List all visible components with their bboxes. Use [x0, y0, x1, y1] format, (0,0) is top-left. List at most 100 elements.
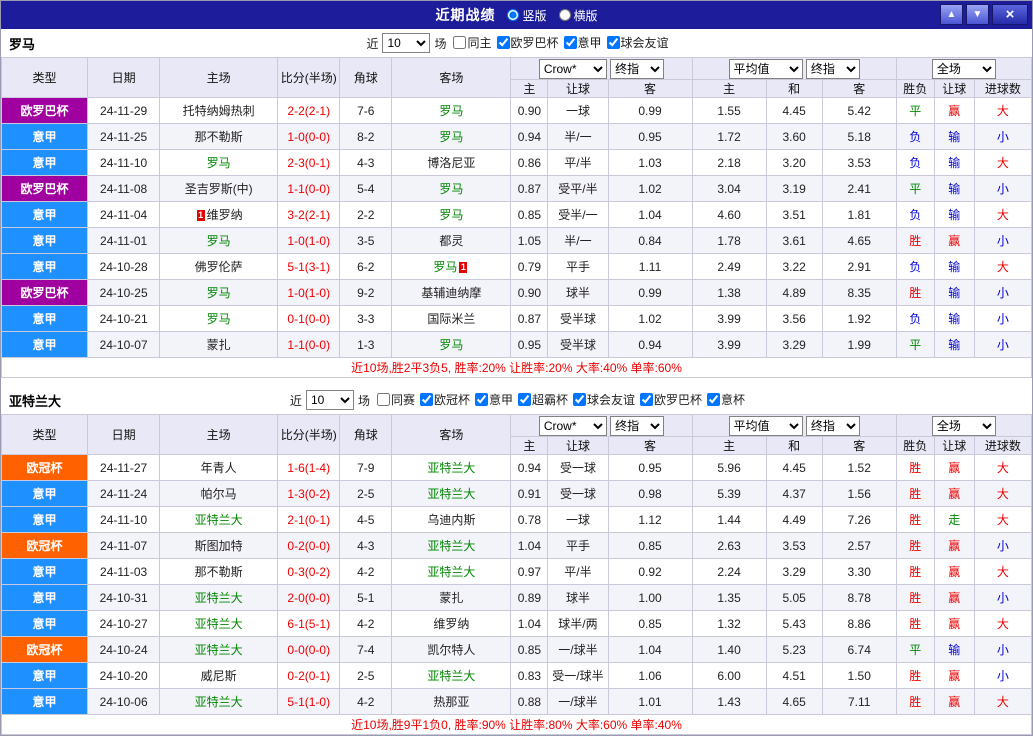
home-team: 威尼斯: [159, 662, 279, 689]
odds-home: 0.78: [510, 506, 549, 533]
match-date: 24-10-25: [87, 279, 161, 306]
checkbox-input[interactable]: [453, 36, 467, 49]
avg-home: 2.63: [691, 532, 767, 559]
team-label: 罗马: [206, 156, 231, 170]
col-header-away: 客场: [391, 414, 512, 455]
odds-away: 1.12: [607, 506, 693, 533]
average-select[interactable]: 平均值: [728, 415, 803, 436]
team-label: 都灵: [439, 234, 464, 248]
panel-title: 近期战绩: [435, 7, 496, 23]
checkbox-input[interactable]: [640, 393, 654, 406]
matches-tbody: 欧罗巴杯 24-11-29 托特纳姆热刺 2-2(2-1) 7-6 罗马 0.90 一球 0.9…: [0, 97, 1033, 358]
home-team: 亚特兰大: [159, 506, 279, 533]
match-row: 意甲 24-11-10 亚特兰大 2-1(0-1) 4-5 乌迪内斯 0.78 一球 1.12 1…: [0, 506, 1033, 533]
odds-away: 1.01: [607, 688, 693, 715]
team-label: 罗马: [439, 104, 464, 118]
avg-draw: 3.22: [765, 253, 823, 280]
vertical-radio-input[interactable]: [507, 9, 520, 21]
close-button[interactable]: ×: [992, 4, 1028, 25]
scope-select[interactable]: 全场: [931, 415, 996, 436]
avg-draw: 3.53: [765, 532, 823, 559]
match-date: 24-10-20: [87, 662, 161, 689]
corner-score: 7-9: [339, 454, 393, 481]
match-date: 24-11-10: [87, 149, 161, 176]
filter-checkbox[interactable]: 球会友谊: [573, 391, 635, 408]
team-label: 凯尔特人: [427, 643, 476, 657]
team-label: 帕尔马: [200, 487, 237, 501]
league-badge: 意甲: [0, 610, 89, 637]
filter-checkbox[interactable]: 超霸杯: [518, 391, 568, 408]
layout-radio-horizontal[interactable]: 横版: [558, 7, 598, 24]
score: 1-0(1-0): [277, 227, 341, 254]
average-stage-select[interactable]: 终指: [805, 415, 860, 436]
result-wdl: 胜: [895, 454, 935, 481]
corner-score: 9-2: [339, 279, 393, 306]
score: 1-0(1-0): [277, 279, 341, 306]
result-wdl: 负: [895, 201, 935, 228]
avg-home: 3.99: [691, 331, 767, 358]
checkbox-input[interactable]: [419, 393, 433, 406]
recent-count-select[interactable]: 10: [305, 390, 354, 410]
odds-home: 0.87: [510, 175, 549, 202]
avg-away: 5.18: [821, 123, 897, 150]
checkbox-input[interactable]: [606, 36, 620, 49]
checkbox-input[interactable]: [496, 36, 510, 49]
filter-checkbox[interactable]: 同赛: [376, 391, 415, 408]
recent-results-panel: 近期战绩 竖版 横版 ▲ ▼ × 罗马 近 10 场 同主 欧罗巴杯 意甲 球会…: [0, 0, 1033, 736]
team-label: 那不勒斯: [194, 130, 243, 144]
corner-score: 2-5: [339, 480, 393, 507]
average-select[interactable]: 平均值: [728, 58, 803, 79]
avg-away: 8.35: [821, 279, 897, 306]
move-up-button[interactable]: ▲: [940, 4, 963, 25]
checkbox-input[interactable]: [573, 393, 587, 406]
home-team: 年青人: [159, 454, 279, 481]
scope-select[interactable]: 全场: [931, 58, 996, 79]
corner-score: 2-2: [339, 201, 393, 228]
title-bar-center: 近期战绩 竖版 横版: [1, 5, 1032, 25]
away-team: 亚特兰大: [391, 480, 512, 507]
checkbox-input[interactable]: [474, 393, 488, 406]
recent-count-select[interactable]: 10: [382, 33, 431, 53]
match-date: 24-11-24: [87, 480, 161, 507]
avg-home: 1.43: [691, 688, 767, 715]
result-wdl: 胜: [895, 279, 935, 306]
avg-home: 1.44: [691, 506, 767, 533]
bookmaker-select[interactable]: Crow*: [538, 415, 607, 436]
bookmaker-stage-select[interactable]: 终指: [610, 415, 665, 436]
odds-handicap: 平手: [547, 253, 609, 280]
checkbox-input[interactable]: [707, 393, 721, 406]
filter-checkbox[interactable]: 意甲: [563, 34, 602, 51]
col-header-avg-draw: 和: [765, 79, 823, 98]
filter-checkbox[interactable]: 意甲: [474, 391, 513, 408]
checkbox-input[interactable]: [376, 393, 390, 406]
checkbox-input[interactable]: [518, 393, 531, 406]
close-icon: ×: [1005, 6, 1015, 23]
team-label: 托特纳姆热刺: [182, 104, 255, 118]
average-stage-select[interactable]: 终指: [805, 58, 860, 79]
filter-checkbox[interactable]: 意杯: [707, 391, 745, 408]
result-wdl: 负: [895, 253, 935, 280]
result-wdl: 平: [895, 97, 935, 124]
odds-away: 0.85: [607, 532, 693, 559]
filter-checkbox[interactable]: 球会友谊: [606, 34, 669, 51]
match-row: 意甲 24-10-28 佛罗伦萨 5-1(3-1) 6-2 罗马 1 0.79 平手 1.11 2.…: [0, 253, 1033, 280]
match-row: 意甲 24-10-07 蒙扎 1-1(0-0) 1-3 罗马 0.95 受半球 0.94 3.99…: [0, 331, 1033, 358]
horizontal-radio-input[interactable]: [558, 9, 571, 21]
filter-checkbox[interactable]: 欧冠杯: [419, 391, 470, 408]
odds-away: 0.95: [607, 454, 693, 481]
layout-radio-vertical[interactable]: 竖版: [507, 7, 547, 24]
checkbox-input[interactable]: [563, 36, 577, 49]
move-down-button[interactable]: ▼: [966, 4, 989, 25]
bookmaker-stage-select[interactable]: 终指: [610, 58, 665, 79]
col-header-away: 客场: [391, 57, 512, 98]
result-goals: 大: [973, 480, 1033, 507]
away-team: 罗马: [391, 201, 512, 228]
bookmaker-select[interactable]: Crow*: [538, 58, 607, 79]
match-date: 24-11-27: [87, 454, 161, 481]
filter-checkbox[interactable]: 同主: [453, 34, 492, 51]
team-label: 年青人: [200, 461, 237, 475]
odds-away: 0.92: [607, 558, 693, 585]
filter-checkbox[interactable]: 欧罗巴杯: [640, 391, 702, 408]
avg-away: 1.92: [821, 305, 897, 332]
filter-checkbox[interactable]: 欧罗巴杯: [496, 34, 559, 51]
